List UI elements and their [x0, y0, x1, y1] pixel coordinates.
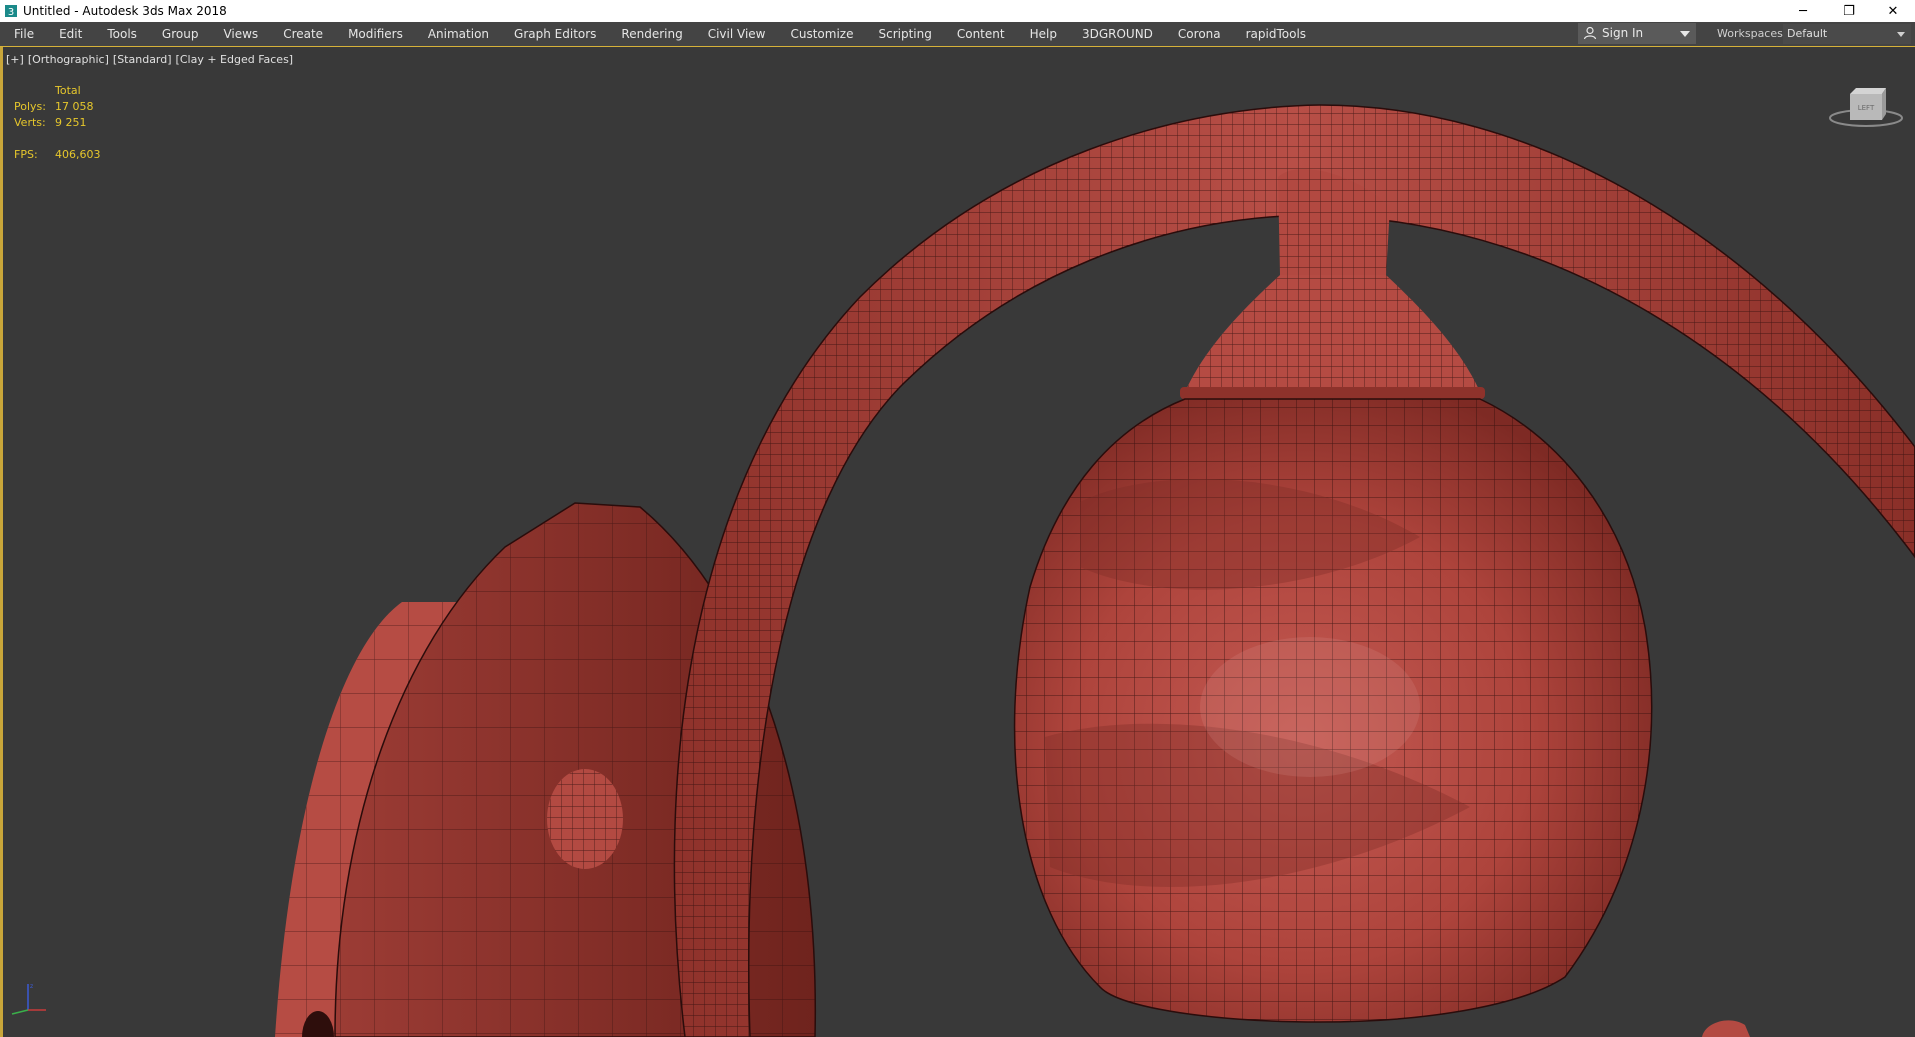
svg-text:z: z — [30, 983, 33, 990]
viewcube-face-label: LEFT — [1858, 104, 1875, 112]
stats-verts-value: 9 251 — [55, 116, 87, 129]
restore-icon[interactable]: ❐ — [1826, 0, 1872, 22]
workspaces-dropdown[interactable]: Default — [1783, 24, 1911, 44]
stats-fps-label: FPS: — [14, 148, 38, 161]
window-title: Untitled - Autodesk 3ds Max 2018 — [23, 4, 227, 18]
sign-in-label: Sign In — [1602, 26, 1644, 40]
stats-verts-label: Verts: — [14, 116, 46, 129]
globe-highlight — [1200, 637, 1420, 777]
menu-item-rendering[interactable]: Rendering — [607, 22, 693, 46]
viewport-shading-mode[interactable]: [Clay + Edged Faces] — [176, 53, 294, 66]
menu-item-modifiers[interactable]: Modifiers — [334, 22, 414, 46]
menu-item-3dground[interactable]: 3DGROUND — [1068, 22, 1164, 46]
chevron-down-icon — [1680, 31, 1690, 37]
lamp-model — [275, 104, 1915, 1037]
menu-item-civil-view[interactable]: Civil View — [694, 22, 777, 46]
user-icon — [1583, 26, 1597, 40]
viewport-shading-standard[interactable]: [Standard] — [113, 53, 172, 66]
chevron-down-icon — [1897, 32, 1905, 37]
menu-bar: File Edit Tools Group Views Create Modifiers An… — [0, 22, 1915, 47]
title-bar: 3 Untitled - Autodesk 3ds Max 2018 ─ ❐ ✕ — [0, 0, 1915, 22]
menu-item-edit[interactable]: Edit — [45, 22, 93, 46]
axis-tripod-icon: z — [11, 983, 46, 1015]
menu-item-group[interactable]: Group — [148, 22, 210, 46]
menu-item-tools[interactable]: Tools — [93, 22, 148, 46]
menu-item-graph-editors[interactable]: Graph Editors — [500, 22, 607, 46]
menu-item-animation[interactable]: Animation — [414, 22, 500, 46]
viewport-point-of-view[interactable]: [Orthographic] — [28, 53, 109, 66]
svg-text:3: 3 — [8, 7, 14, 18]
viewport-menu-plus[interactable]: [+] — [6, 53, 24, 66]
minimize-icon[interactable]: ─ — [1780, 0, 1826, 22]
menu-item-scripting[interactable]: Scripting — [864, 22, 942, 46]
menu-item-create[interactable]: Create — [269, 22, 334, 46]
viewport-active-border — [0, 47, 3, 1037]
menu-item-file[interactable]: File — [0, 22, 45, 46]
viewcube-icon[interactable]: LEFT — [1826, 84, 1906, 132]
menu-item-corona[interactable]: Corona — [1164, 22, 1232, 46]
small-part — [1702, 1020, 1750, 1037]
close-icon[interactable]: ✕ — [1870, 0, 1915, 22]
menu-item-rapidtools[interactable]: rapidTools — [1232, 22, 1317, 46]
cap-ring — [1180, 387, 1485, 399]
menu-list: File Edit Tools Group Views Create Modifiers An… — [0, 22, 1317, 46]
viewport-label[interactable]: [+] [Orthographic] [Standard] [Clay + Edged… — [6, 53, 297, 66]
stats-total-label: Total — [55, 84, 81, 97]
stats-polys-value: 17 058 — [55, 100, 94, 113]
menu-item-views[interactable]: Views — [209, 22, 269, 46]
workspaces-value: Default — [1787, 27, 1828, 40]
stats-polys-label: Polys: — [14, 100, 46, 113]
app-icon: 3 — [5, 5, 17, 18]
menu-item-help[interactable]: Help — [1016, 22, 1068, 46]
sign-in-button[interactable]: Sign In — [1578, 23, 1696, 44]
workspaces-label: Workspaces: — [1717, 27, 1787, 40]
menu-item-content[interactable]: Content — [943, 22, 1016, 46]
stats-fps-value: 406,603 — [55, 148, 101, 161]
menu-item-customize[interactable]: Customize — [776, 22, 864, 46]
